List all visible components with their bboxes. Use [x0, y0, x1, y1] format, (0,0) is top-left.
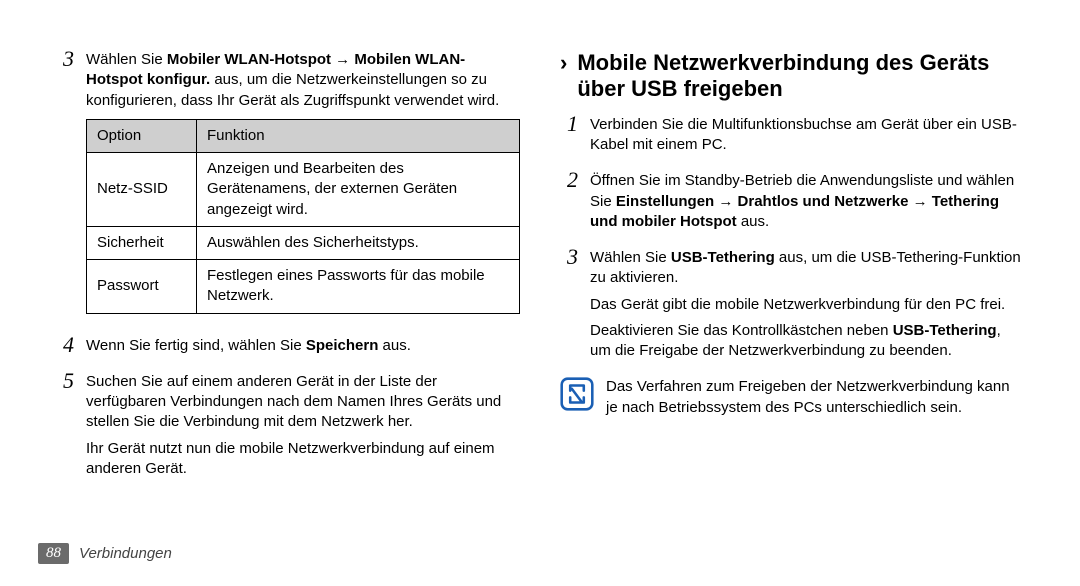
table-cell-funktion: Festlegen eines Passworts für das mobile… — [197, 260, 520, 314]
step-body: Öffnen Sie im Standby-Betrieb die Anwend… — [590, 171, 1024, 238]
bold-text: USB-Tethering — [893, 322, 997, 339]
arrow: → — [714, 193, 737, 210]
text: Ihr Gerät nutzt nun die mobile Netzwerkv… — [86, 439, 520, 480]
step-number: 1 — [560, 113, 578, 162]
table-cell-option: Passwort — [87, 260, 197, 314]
step-5: 5 Suchen Sie auf einem anderen Gerät in … — [56, 372, 520, 485]
bold-text: Mobiler WLAN-Hotspot — [167, 51, 331, 68]
table-header-funktion: Funktion — [197, 119, 520, 152]
step-number: 2 — [560, 169, 578, 238]
note-text: Das Verfahren zum Freigeben der Netzwerk… — [606, 377, 1024, 418]
text: aus. — [737, 213, 770, 230]
step-body: Wählen Sie USB-Tethering aus, um die USB… — [590, 248, 1024, 367]
step-number: 4 — [56, 334, 74, 362]
text: Wählen Sie — [590, 249, 671, 266]
left-column: 3 Wählen Sie Mobiler WLAN-Hotspot → Mobi… — [56, 50, 520, 495]
note-icon — [560, 377, 594, 411]
step-number: 3 — [56, 48, 74, 326]
table-cell-option: Netz-SSID — [87, 153, 197, 227]
table-cell-option: Sicherheit — [87, 226, 197, 259]
text: Deaktivieren Sie das Kontrollkästchen ne… — [590, 322, 893, 339]
step-body: Wählen Sie Mobiler WLAN-Hotspot → Mobile… — [86, 50, 520, 326]
table-cell-funktion: Anzeigen und Bearbeiten des Gerätenamens… — [197, 153, 520, 227]
section-heading: › Mobile Netzwerkverbindung des Geräts ü… — [560, 50, 1024, 103]
step-number: 5 — [56, 370, 74, 485]
note-box: Das Verfahren zum Freigeben der Netzwerk… — [560, 377, 1024, 418]
options-table: Option Funktion Netz-SSID Anzeigen und B… — [86, 119, 520, 314]
table-row: Passwort Festlegen eines Passworts für d… — [87, 260, 520, 314]
page-number: 88 — [38, 543, 69, 564]
chevron-icon: › — [560, 50, 567, 76]
arrow: → — [331, 51, 354, 68]
step-3: 3 Wählen Sie Mobiler WLAN-Hotspot → Mobi… — [56, 50, 520, 326]
step-body: Suchen Sie auf einem anderen Gerät in de… — [86, 372, 520, 485]
bold-text: USB-Tethering — [671, 249, 775, 266]
step-body: Wenn Sie fertig sind, wählen Sie Speiche… — [86, 336, 520, 362]
text: Wenn Sie fertig sind, wählen Sie — [86, 337, 306, 354]
bold-text: Speichern — [306, 337, 379, 354]
bold-text: Drahtlos und Netzwerke — [738, 193, 909, 210]
text: Das Gerät gibt die mobile Netzwerkverbin… — [590, 295, 1024, 315]
text: Verbinden Sie die Multifunktionsbuchse a… — [590, 115, 1024, 156]
text: Wählen Sie — [86, 51, 167, 68]
arrow: → — [908, 193, 931, 210]
step-body: Verbinden Sie die Multifunktionsbuchse a… — [590, 115, 1024, 162]
page-footer: 88 Verbindungen — [38, 543, 172, 564]
step-4: 4 Wenn Sie fertig sind, wählen Sie Speic… — [56, 336, 520, 362]
text: Suchen Sie auf einem anderen Gerät in de… — [86, 372, 520, 433]
table-row: Netz-SSID Anzeigen und Bearbeiten des Ge… — [87, 153, 520, 227]
step-number: 3 — [560, 246, 578, 367]
step-1: 1 Verbinden Sie die Multifunktionsbuchse… — [560, 115, 1024, 162]
table-header-option: Option — [87, 119, 197, 152]
right-column: › Mobile Netzwerkverbindung des Geräts ü… — [560, 50, 1024, 495]
step-3: 3 Wählen Sie USB-Tethering aus, um die U… — [560, 248, 1024, 367]
heading-text: Mobile Netzwerkverbindung des Geräts übe… — [577, 50, 1024, 103]
table-cell-funktion: Auswählen des Sicherheitstyps. — [197, 226, 520, 259]
footer-section: Verbindungen — [79, 545, 172, 562]
bold-text: Einstellungen — [616, 193, 714, 210]
step-2: 2 Öffnen Sie im Standby-Betrieb die Anwe… — [560, 171, 1024, 238]
table-row: Sicherheit Auswählen des Sicherheitstyps… — [87, 226, 520, 259]
text: aus. — [378, 337, 411, 354]
